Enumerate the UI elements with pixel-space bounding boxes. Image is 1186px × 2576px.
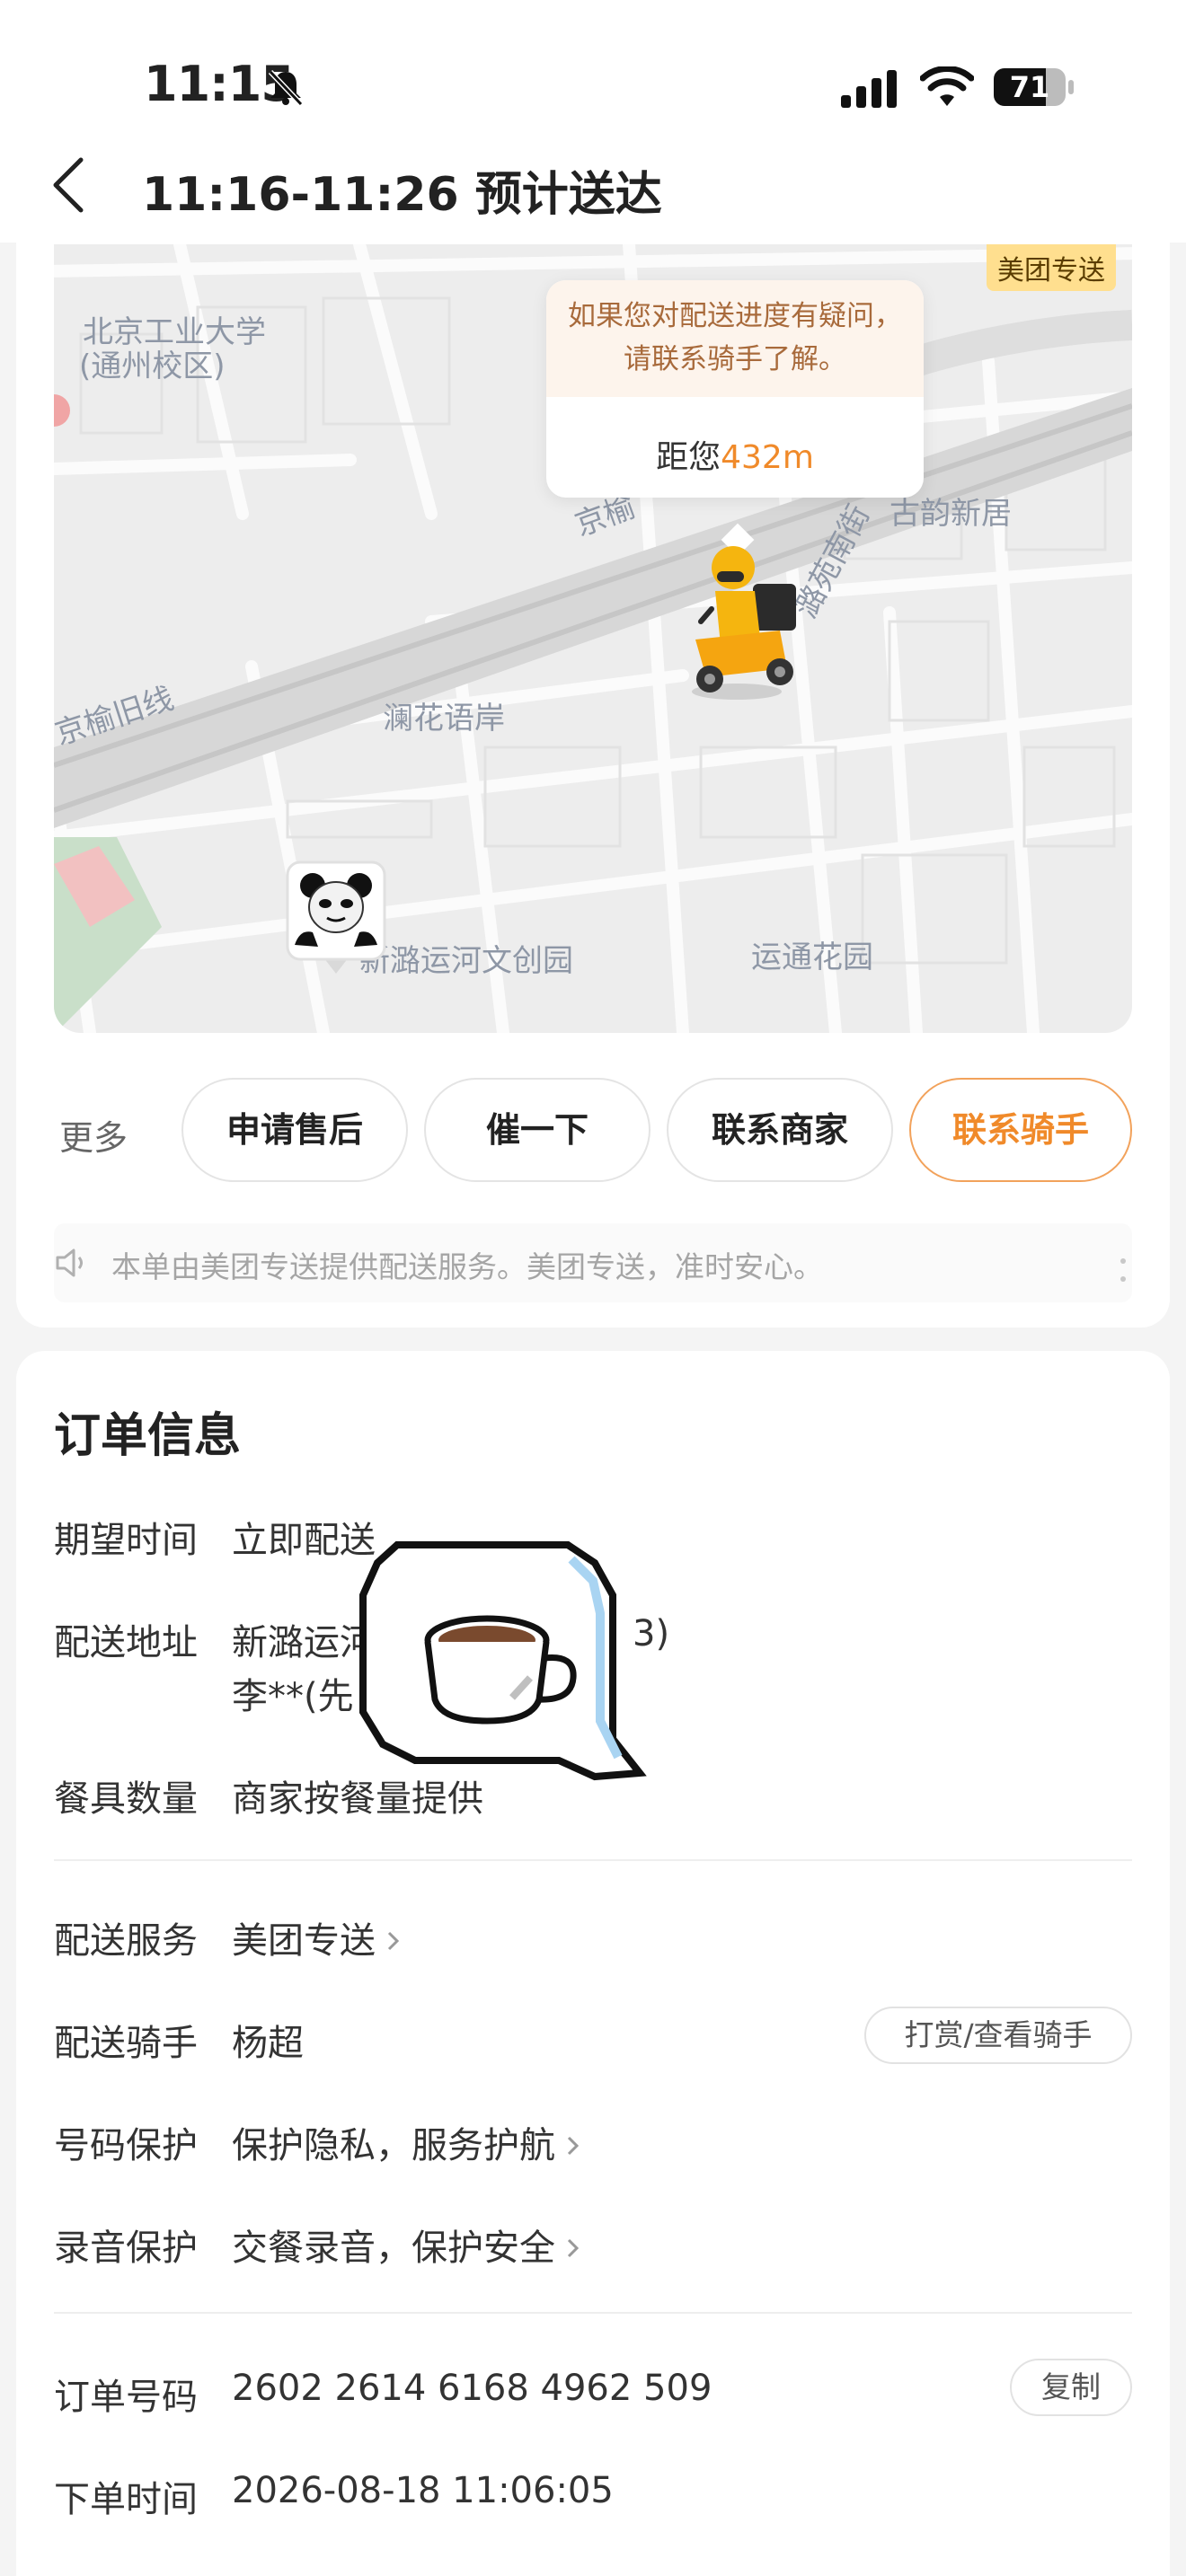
- chevron-right-icon: [387, 1931, 400, 1951]
- order-time-label: 下单时间: [54, 2479, 198, 2520]
- number-protection-value: 保护隐私，服务护航: [232, 2125, 555, 2166]
- divider: [54, 1859, 1132, 1861]
- notice-more-dots-icon[interactable]: [1120, 1257, 1127, 1283]
- map-label-yuntong: 运通花园: [751, 940, 873, 975]
- tip-view-rider-button[interactable]: 打赏/查看骑手: [864, 2007, 1132, 2064]
- chevron-right-icon: [567, 2238, 580, 2258]
- more-button[interactable]: 更多: [59, 1110, 128, 1160]
- wifi-icon: [920, 66, 974, 106]
- map-brand-tag: 美团专送: [987, 244, 1116, 291]
- after-sales-button[interactable]: 申请售后: [181, 1078, 408, 1182]
- map-label-campus: (通州校区): [79, 348, 226, 384]
- order-time-value: 2026-08-18 11:06:05: [232, 2470, 614, 2511]
- rider-distance-value: 432m: [721, 439, 814, 476]
- speaker-icon: [56, 1248, 83, 1277]
- expected-time-label: 期望时间: [54, 1520, 198, 1561]
- copy-order-number-button[interactable]: 复制: [1010, 2359, 1132, 2416]
- page-title: 11:16-11:26 预计送达: [142, 168, 662, 222]
- back-arrow-icon[interactable]: [50, 156, 86, 214]
- delivery-map[interactable]: 美团专送 北京工业大学 (通州校区) 古韵新居 京榆旧线 澜花语岸 新潞运河文创…: [54, 244, 1132, 1033]
- rider-distance: 距您432m: [546, 431, 924, 478]
- utensils-label: 餐具数量: [54, 1778, 198, 1820]
- number-protection-label: 号码保护: [54, 2125, 198, 2166]
- address-label: 配送地址: [54, 1622, 198, 1663]
- order-number-label: 订单号码: [54, 2377, 198, 2418]
- bell-muted-icon: [268, 69, 304, 107]
- notice-text: 本单由美团专送提供配送服务。美团专送，准时安心。: [111, 1249, 823, 1284]
- recording-protection-label: 录音保护: [54, 2228, 198, 2269]
- address-value-line2: 李**(先: [232, 1676, 354, 1717]
- delivery-service-link[interactable]: 美团专送: [232, 1911, 403, 1963]
- status-bar: 11:15 71: [0, 0, 1186, 135]
- user-location-avatar: [286, 860, 386, 974]
- contact-merchant-button[interactable]: 联系商家: [667, 1078, 893, 1182]
- rider-info-bubble: 如果您对配送进度有疑问，请联系骑手了解。 距您432m: [546, 280, 924, 557]
- service-notice: 本单由美团专送提供配送服务。美团专送，准时安心。: [54, 1223, 1132, 1302]
- recording-protection-value: 交餐录音，保护安全: [232, 2228, 555, 2269]
- rider-scooter-icon: [692, 546, 796, 700]
- contact-rider-button[interactable]: 联系骑手: [909, 1078, 1132, 1182]
- bubble-message: 如果您对配送进度有疑问，请联系骑手了解。: [568, 300, 902, 375]
- recording-protection-link[interactable]: 交餐录音，保护安全: [232, 2219, 582, 2271]
- battery-level: 71: [1009, 70, 1050, 104]
- delivery-service-label: 配送服务: [54, 1920, 198, 1962]
- divider: [54, 2312, 1132, 2314]
- urge-button[interactable]: 催一下: [424, 1078, 651, 1182]
- action-row: 更多 申请售后 催一下 联系商家 联系骑手: [54, 1078, 1132, 1182]
- number-protection-link[interactable]: 保护隐私，服务护航: [232, 2116, 582, 2168]
- rider-distance-prefix: 距您: [656, 439, 721, 476]
- header: 11:16-11:26 预计送达: [0, 135, 1186, 243]
- coffee-chat-sticker: [359, 1541, 647, 1781]
- order-number-value: 2602 2614 6168 4962 509: [232, 2368, 712, 2409]
- rider-name: 杨超: [232, 2023, 304, 2064]
- rider-label: 配送骑手: [54, 2023, 198, 2064]
- map-label-lanhua: 澜花语岸: [383, 701, 505, 737]
- cellular-signal-icon: [841, 70, 897, 108]
- delivery-service-value: 美团专送: [232, 1920, 376, 1962]
- chevron-right-icon: [567, 2136, 580, 2156]
- map-label-canal-park: 新潞运河文创园: [359, 943, 573, 979]
- order-info-title: 订单信息: [54, 1409, 242, 1463]
